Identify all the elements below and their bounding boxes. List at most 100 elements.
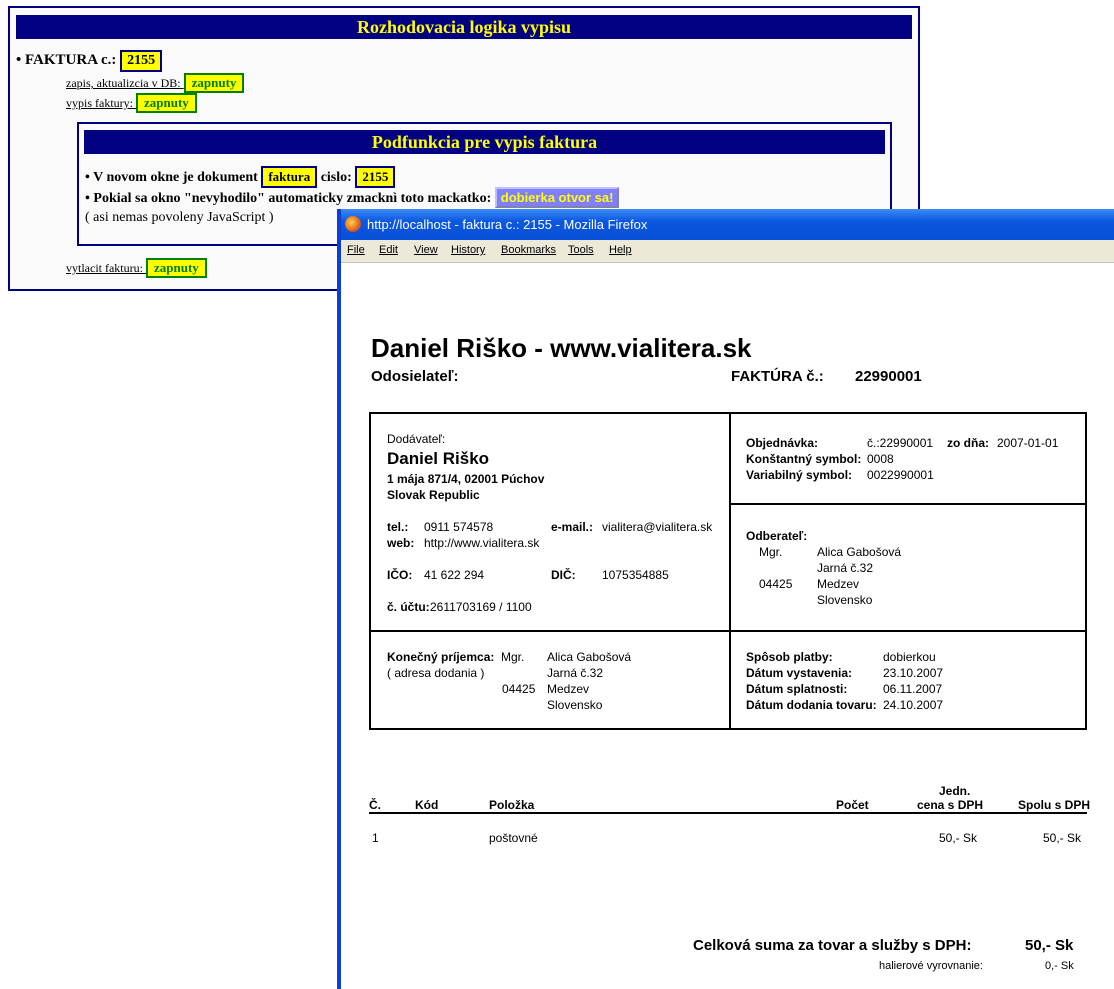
invoice-document: Daniel Riško - www.vialitera.sk Odosiela… (341, 263, 1114, 989)
tel-label: tel.: (387, 520, 409, 534)
order-value: č.:22990001 (867, 436, 934, 450)
window-titlebar[interactable]: http://localhost - faktura c.: 2155 - Mo… (341, 209, 1114, 240)
recipient-name: Alica Gabošová (547, 650, 632, 664)
col-header-unit: Jedn. (939, 784, 971, 798)
vypis-state-badge: zapnuty (136, 93, 197, 113)
window-title: http://localhost - faktura c.: 2155 - Mo… (367, 217, 648, 232)
const-symbol-value: 0008 (867, 452, 894, 466)
menu-tools[interactable]: Tools (568, 244, 594, 256)
box-divider-vertical (729, 414, 731, 730)
recipient-title: Mgr. (501, 650, 525, 664)
zapis-row: zapis, aktualizcia v DB: zapnuty (66, 73, 245, 93)
vypis-row: vypis faktury: zapnuty (66, 93, 197, 113)
invoice-number: 22990001 (855, 368, 922, 385)
issue-date-label: Dátum vystavenia: (746, 666, 853, 680)
dic-value: 1075354885 (602, 568, 669, 582)
row-total: 50,- Sk (1043, 831, 1082, 845)
zapis-state-badge: zapnuty (183, 73, 245, 93)
recipient-note: ( adresa dodania ) (387, 666, 485, 680)
rounding-value: 0,- Sk (1045, 960, 1074, 972)
col-header-code: Kód (415, 798, 439, 812)
order-label: Objednávka: (746, 436, 819, 450)
email-value: vialitera@vialitera.sk (602, 520, 713, 534)
menu-edit[interactable]: Edit (379, 244, 398, 256)
invoice-label: FAKTÚRA č.: (731, 368, 824, 385)
order-date-value: 2007-01-01 (997, 436, 1059, 450)
order-date-label: zo dňa: (947, 436, 989, 450)
customer-country: Slovensko (817, 593, 873, 607)
table-header-rule (369, 812, 1087, 814)
web-label: web: (387, 536, 415, 550)
popup-row: • Pokial sa okno "nevyhodilo" automatick… (85, 187, 620, 208)
recipient-country: Slovensko (547, 698, 603, 712)
due-date-value: 06.11.2007 (883, 682, 943, 696)
dic-label: DIČ: (551, 568, 576, 582)
account-value: 2611703169 / 1100 (430, 600, 532, 614)
invoice-info-box: Dodávateľ: Daniel Riško 1 mája 871/4, 02… (369, 412, 1087, 730)
firefox-window: http://localhost - faktura c.: 2155 - Mo… (337, 209, 1114, 989)
supplier-address1: 1 mája 871/4, 02001 Púchov (387, 472, 545, 486)
subfunction-title: Podfunkcia pre vypis faktura (84, 130, 885, 154)
col-header-number: Č. (369, 798, 381, 812)
customer-label: Odberateľ: (746, 529, 808, 543)
menu-bookmarks[interactable]: Bookmarks (501, 244, 556, 256)
rounding-label: halierové vyrovnanie: (879, 960, 983, 972)
row-number: 1 (372, 831, 379, 845)
vytlacit-label[interactable]: vytlacit fakturu: (66, 261, 143, 275)
faktura-label: • FAKTURA c.: (16, 52, 117, 68)
delivery-date-label: Dátum dodania tovaru: (746, 698, 877, 712)
vytlacit-row: vytlacit fakturu: zapnuty (66, 258, 207, 278)
menu-view[interactable]: View (414, 244, 438, 256)
menu-bar: File Edit View History Bookmarks Tools H… (341, 240, 1114, 263)
faktura-row: • FAKTURA c.: 2155 (16, 50, 163, 72)
recipient-city: Medzev (547, 682, 590, 696)
faktura-number: 2155 (120, 50, 163, 72)
supplier-address2: Slovak Republic (387, 488, 480, 502)
var-symbol-label: Variabilný symbol: (746, 468, 853, 482)
customer-street: Jarná č.32 (817, 561, 874, 575)
popup-text: • Pokial sa okno "nevyhodilo" automatick… (85, 191, 492, 206)
var-symbol-value: 0022990001 (867, 468, 934, 482)
customer-name: Alica Gabošová (817, 545, 902, 559)
menu-help[interactable]: Help (609, 244, 632, 256)
vytlacit-state-badge: zapnuty (145, 258, 207, 278)
row-item: poštovné (489, 831, 538, 845)
tel-value: 0911 574578 (424, 520, 494, 534)
cislo-label: cislo: (320, 170, 352, 185)
open-window-button[interactable]: dobierka otvor sa! (494, 187, 620, 208)
zapis-label[interactable]: zapis, aktualizcia v DB: (66, 76, 181, 90)
recipient-zip: 04425 (502, 682, 536, 696)
document-number-badge: 2155 (355, 166, 396, 188)
customer-zip: 04425 (759, 577, 793, 591)
panel-title: Rozhodovacia logika vypisu (16, 15, 912, 39)
document-type-badge: faktura (261, 166, 318, 188)
issue-date-value: 23.10.2007 (883, 666, 944, 680)
total-label: Celková suma za tovar a služby s DPH: (693, 937, 972, 954)
delivery-date-value: 24.10.2007 (883, 698, 944, 712)
recipient-label: Konečný príjemca: (387, 650, 495, 664)
col-header-total: Spolu s DPH (1018, 798, 1091, 812)
vypis-label[interactable]: vypis faktury: (66, 96, 133, 110)
recipient-street: Jarná č.32 (547, 666, 604, 680)
account-label: č. účtu: (387, 600, 430, 614)
const-symbol-label: Konštantný symbol: (746, 452, 862, 466)
supplier-name: Daniel Riško (387, 449, 490, 468)
new-window-text: • V novom okne je dokument (85, 170, 258, 185)
total-value: 50,- Sk (1025, 937, 1074, 954)
col-header-unit-price: cena s DPH (917, 798, 984, 812)
col-header-item: Položka (489, 798, 535, 812)
box-divider-right (729, 503, 1087, 505)
box-divider-horizontal (371, 630, 1087, 632)
sender-label: Odosielateľ: (371, 368, 459, 385)
customer-title: Mgr. (759, 545, 783, 559)
email-label: e-mail.: (551, 520, 594, 534)
new-window-row: • V novom okne je dokument faktura cislo… (85, 166, 396, 188)
menu-file[interactable]: File (347, 244, 365, 256)
payment-method-label: Spôsob platby: (746, 650, 833, 664)
supplier-label: Dodávateľ: (387, 432, 446, 446)
payment-method-value: dobierkou (883, 650, 936, 664)
firefox-icon (345, 216, 361, 232)
due-date-label: Dátum splatnosti: (746, 682, 848, 696)
menu-history[interactable]: History (451, 244, 485, 256)
ico-label: IČO: (387, 568, 413, 582)
